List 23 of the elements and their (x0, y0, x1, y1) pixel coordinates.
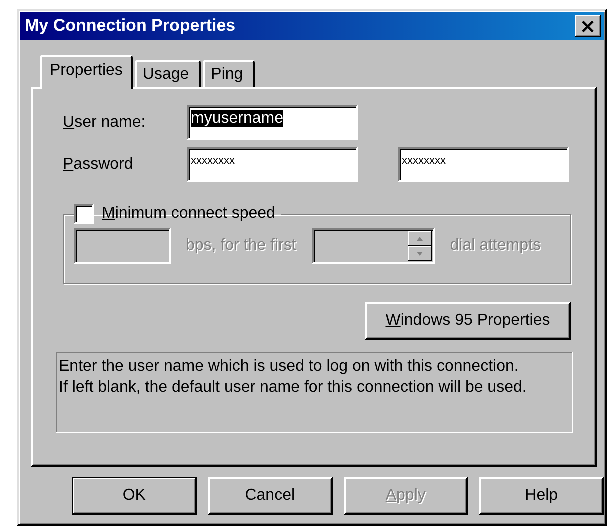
close-button[interactable]: × (575, 15, 601, 37)
info-text: If left blank, the default user name for this connection will be used. (59, 378, 528, 398)
dialog-button[interactable]: OK (72, 477, 197, 515)
field-label: User name: (63, 114, 147, 132)
input-field[interactable]: xxxxxxxx (398, 147, 569, 182)
windows-properties-button[interactable]: Windows 95 Properties (365, 302, 571, 340)
spin-field[interactable] (312, 228, 436, 264)
spin-down-button[interactable] (408, 246, 432, 261)
down-arrow-icon (417, 252, 424, 256)
info-text: Enter the user name which is used to log on with this connection. (59, 357, 520, 377)
field-label: Password (63, 156, 134, 174)
spin-up-button[interactable] (408, 231, 432, 246)
tab[interactable]: Usage (134, 60, 202, 87)
dialog-button[interactable]: Cancel (208, 477, 332, 515)
field-label: dial attempts (450, 237, 541, 255)
tab[interactable]: Properties (40, 55, 133, 89)
window-title: My Connection Properties (25, 16, 236, 36)
field-label: bps, for the first (186, 237, 296, 255)
input-field[interactable]: myusername (187, 105, 358, 140)
input-field[interactable]: xxxxxxxx (187, 147, 358, 182)
up-arrow-icon (417, 236, 424, 240)
tab[interactable]: Ping (203, 60, 256, 87)
dialog-button[interactable]: Help (479, 477, 604, 515)
